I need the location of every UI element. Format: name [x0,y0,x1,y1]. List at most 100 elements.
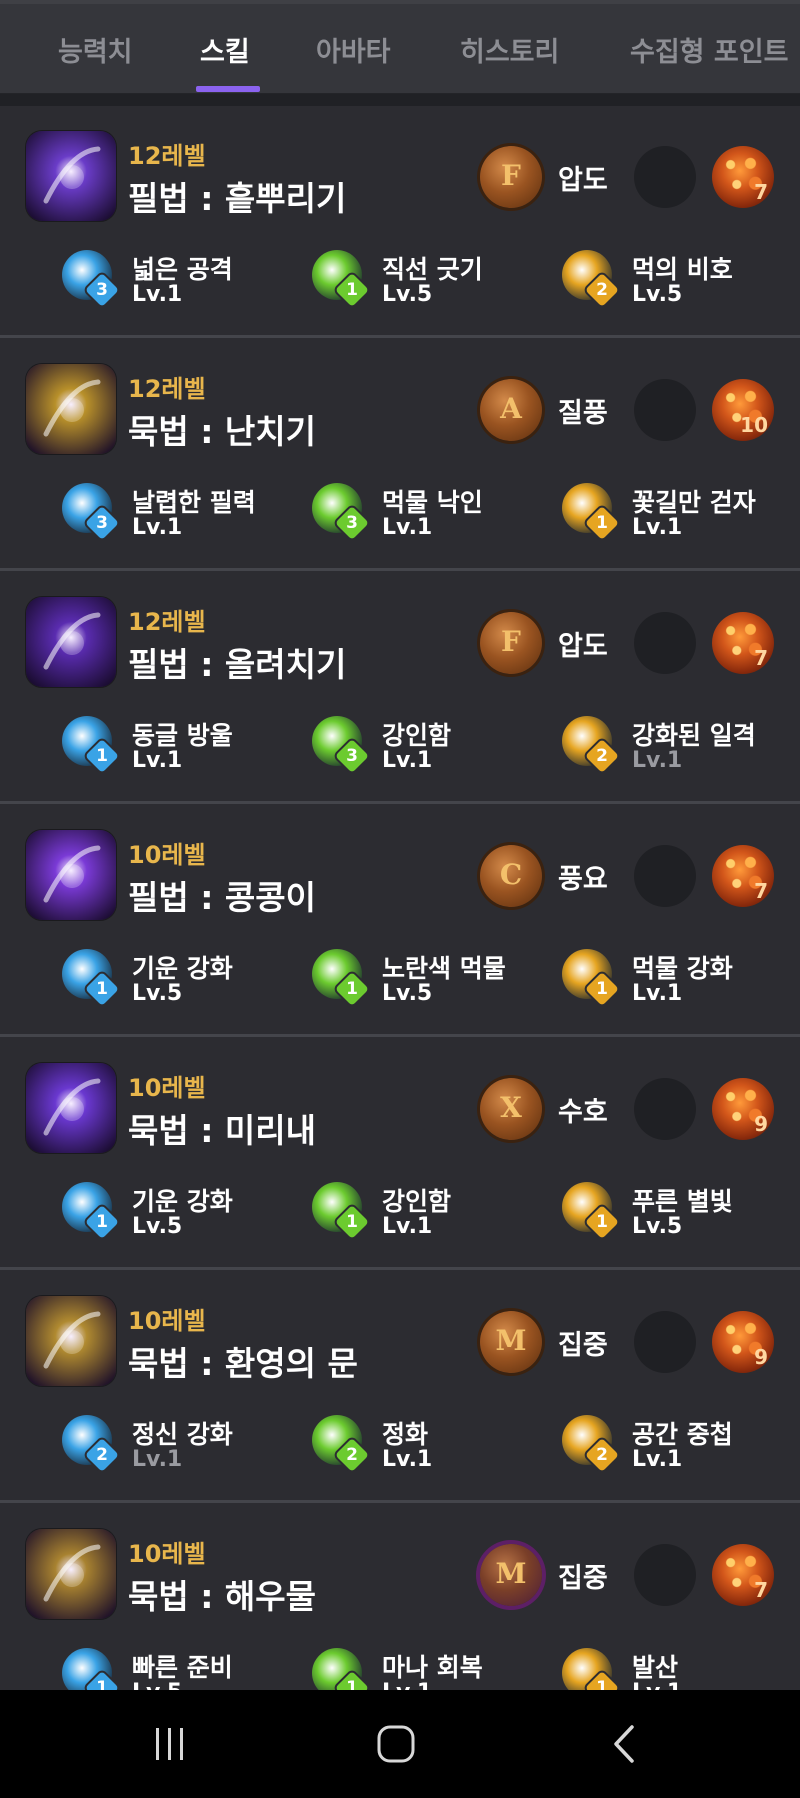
toughness-icon: 1 [312,1182,370,1240]
empty-gem-slot[interactable] [634,1078,696,1140]
tripod-item[interactable]: 3 넓은 공격 Lv.1 [26,246,276,316]
tripod-name: 정화 [382,1420,429,1449]
rune-icon[interactable]: X [480,1078,542,1140]
tab-collectibles[interactable]: 수집형 포인트 [630,30,788,69]
skill-row[interactable]: 10레벨 묵법 : 환영의 문 M 집중 9 2 정신 강화 Lv.1 2 정화 Lv.1 2 공간 중… [0,1271,800,1503]
gem-icon[interactable]: 7 [712,1544,774,1606]
energy-boost-icon: 1 [62,1182,120,1240]
tripod-item[interactable]: 2 정신 강화 Lv.1 [26,1411,276,1481]
tripod-level: Lv.1 [632,1447,683,1472]
gem-icon[interactable]: 9 [712,1078,774,1140]
gem-level: 9 [754,1112,768,1136]
tripod-tier: 1 [596,1212,608,1232]
tab-avatar[interactable]: 아바타 [316,30,391,69]
skill-row[interactable]: 12레벨 필법 : 흩뿌리기 F 압도 7 3 넓은 공격 Lv.1 1 직선 긋기 Lv.5 2 먹의… [0,106,800,338]
back-icon[interactable] [606,1724,646,1764]
tripod-tier: 1 [96,979,108,999]
tripod-level: Lv.1 [382,748,433,773]
tripod-item[interactable]: 1 강인함 Lv.1 [276,1178,526,1248]
tripod-item[interactable]: 1 동글 방울 Lv.1 [26,712,276,782]
rune-name: 압도 [558,631,608,662]
skill-row[interactable]: 12레벨 묵법 : 난치기 A 질풍 10 3 날렵한 필력 Lv.1 3 먹물 낙인 Lv.1 1 꽃… [0,339,800,571]
tripod-item[interactable]: 1 꽃길만 걷자 Lv.1 [526,479,776,549]
skill-row[interactable]: 12레벨 필법 : 올려치기 F 압도 7 1 동글 방울 Lv.1 3 강인함 Lv.1 2 강화된 … [0,572,800,804]
tripod-item[interactable]: 1 직선 긋기 Lv.5 [276,246,526,316]
rune-icon[interactable]: M [480,1311,542,1373]
divider [0,94,800,106]
round-drop-icon: 1 [62,716,120,774]
rune-glyph: F [501,625,521,658]
system-nav-bar [0,1690,800,1798]
gem-icon[interactable]: 9 [712,1311,774,1373]
rune-icon[interactable]: F [480,146,542,208]
home-icon[interactable] [376,1724,416,1764]
gem-level: 7 [754,1578,768,1602]
tripod-name: 직선 긋기 [382,255,483,284]
tripod-name: 먹물 강화 [632,954,733,983]
tripod-tier: 3 [346,513,358,533]
energy-boost-icon: 1 [62,949,120,1007]
tripod-tier: 1 [596,513,608,533]
skill-row[interactable]: 10레벨 묵법 : 미리내 X 수호 9 1 기운 강화 Lv.5 1 강인함 Lv.1 1 푸른 별빛… [0,1038,800,1270]
empty-gem-slot[interactable] [634,146,696,208]
recent-apps-icon[interactable] [150,1724,190,1764]
tripod-name: 동글 방울 [132,721,233,750]
swift-brush-icon: 3 [62,483,120,541]
wide-attack-icon: 3 [62,250,120,308]
tripod-item[interactable]: 1 기운 강화 Lv.5 [26,945,276,1015]
tripod-item[interactable]: 3 날렵한 필력 Lv.1 [26,479,276,549]
tripod-item[interactable]: 2 공간 중첩 Lv.1 [526,1411,776,1481]
rune-icon[interactable]: C [480,845,542,907]
empty-gem-slot[interactable] [634,1311,696,1373]
tripod-item[interactable]: 2 강화된 일격 Lv.1 [526,712,776,782]
tripod-item[interactable]: 1 기운 강화 Lv.5 [26,1178,276,1248]
straight-line-icon: 1 [312,250,370,308]
rune-glyph: M [495,1324,527,1357]
rune-glyph: A [500,392,522,425]
tripod-item[interactable]: 2 먹의 비호 Lv.5 [526,246,776,316]
tripod-item[interactable]: 2 정화 Lv.1 [276,1411,526,1481]
gem-icon[interactable]: 7 [712,146,774,208]
tripod-item[interactable]: 1 노란색 먹물 Lv.5 [276,945,526,1015]
empty-gem-slot[interactable] [634,1544,696,1606]
rune-name: 질풍 [558,398,608,429]
skill-row[interactable]: 10레벨 필법 : 콩콩이 C 풍요 7 1 기운 강화 Lv.5 1 노란색 먹물 Lv.5 1 먹물… [0,805,800,1037]
tripod-name: 정신 강화 [132,1420,233,1449]
empty-gem-slot[interactable] [634,845,696,907]
tripod-item[interactable]: 1 먹물 강화 Lv.1 [526,945,776,1015]
yellow-ink-icon: 1 [312,949,370,1007]
rune-glyph: M [495,1557,527,1590]
tripod-item[interactable]: 1 푸른 별빛 Lv.5 [526,1178,776,1248]
toughness-icon: 3 [312,716,370,774]
tab-history[interactable]: 히스토리 [460,30,559,69]
gem-icon[interactable]: 10 [712,379,774,441]
skill-level: 12레벨 [128,608,206,636]
flower-path-icon: 1 [562,483,620,541]
tripod-level: Lv.1 [382,1214,433,1239]
milky-way-icon [26,1063,116,1153]
rune-icon[interactable]: A [480,379,542,441]
gem-level: 9 [754,1345,768,1369]
rune-name: 집중 [558,1563,608,1594]
upper-strike-icon [26,597,116,687]
rune-glyph: C [499,858,523,891]
tripod-name: 날렵한 필력 [132,488,256,517]
tripod-item[interactable]: 3 강인함 Lv.1 [276,712,526,782]
tripod-tier: 1 [596,979,608,999]
empty-gem-slot[interactable] [634,379,696,441]
rune-icon[interactable]: F [480,612,542,674]
tab-bar: 능력치 스킬 아바타 히스토리 수집형 포인트 [0,0,800,94]
gem-icon[interactable]: 7 [712,845,774,907]
tripod-level: Lv.1 [132,282,183,307]
bounce-icon [26,830,116,920]
tab-stats[interactable]: 능력치 [58,30,133,69]
gem-icon[interactable]: 7 [712,612,774,674]
tripod-tier: 2 [596,746,608,766]
tab-skills[interactable]: 스킬 [200,30,250,69]
tripod-tier: 2 [596,280,608,300]
tripod-name: 마나 회복 [382,1653,483,1682]
tripod-tier: 1 [346,1212,358,1232]
empty-gem-slot[interactable] [634,612,696,674]
rune-icon[interactable]: M [480,1544,542,1606]
tripod-item[interactable]: 3 먹물 낙인 Lv.1 [276,479,526,549]
